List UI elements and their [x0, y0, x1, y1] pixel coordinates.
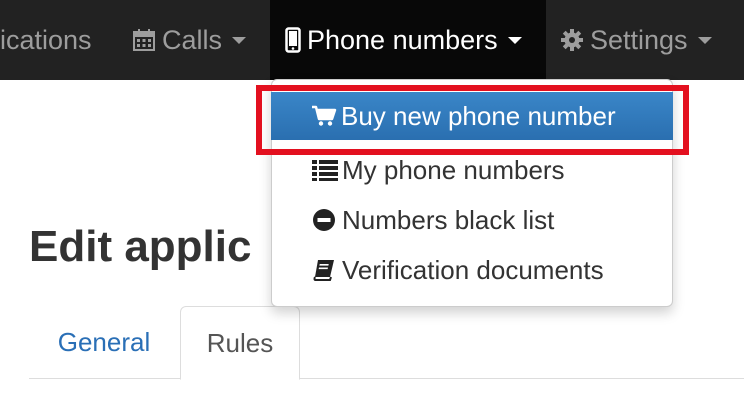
nav-item-calls[interactable]: Calls — [132, 0, 247, 80]
tab-rules[interactable]: Rules — [180, 306, 300, 380]
caret-down-icon — [697, 36, 712, 44]
menu-item-label: Numbers black list — [342, 204, 555, 235]
list-icon — [312, 159, 342, 181]
nav-item-applications[interactable]: lications — [0, 0, 92, 80]
page-title: Edit applic — [29, 222, 252, 271]
phone-numbers-dropdown-menu: Buy new phone number My phone numbers Nu… — [271, 79, 673, 307]
nav-item-settings[interactable]: Settings — [560, 0, 712, 80]
cart-icon — [311, 105, 341, 127]
nav-item-label: Calls — [162, 24, 223, 55]
nav-item-label: Settings — [590, 24, 688, 55]
menu-item-my-phone-numbers[interactable]: My phone numbers — [272, 146, 672, 194]
menu-item-label: My phone numbers — [342, 154, 565, 185]
minus-circle-icon — [312, 208, 342, 232]
nav-item-label: Phone numbers — [307, 24, 498, 55]
nav-item-phone-numbers[interactable]: Phone numbers — [270, 0, 546, 80]
tab-general[interactable]: General — [29, 306, 179, 379]
menu-item-buy-new-phone-number[interactable]: Buy new phone number — [271, 92, 673, 140]
mobile-phone-icon — [285, 27, 301, 53]
gear-icon — [560, 28, 584, 52]
caret-down-icon — [507, 36, 522, 44]
book-icon — [312, 258, 342, 282]
menu-item-label: Verification documents — [342, 254, 604, 285]
menu-item-numbers-black-list[interactable]: Numbers black list — [272, 196, 672, 244]
caret-down-icon — [232, 36, 247, 44]
menu-item-verification-documents[interactable]: Verification documents — [272, 246, 672, 294]
nav-item-label: lications — [0, 24, 92, 55]
menu-item-label: Buy new phone number — [341, 100, 616, 131]
calendar-icon — [132, 28, 156, 52]
top-navbar: lications Calls Phone numbers Settings — [0, 0, 744, 80]
